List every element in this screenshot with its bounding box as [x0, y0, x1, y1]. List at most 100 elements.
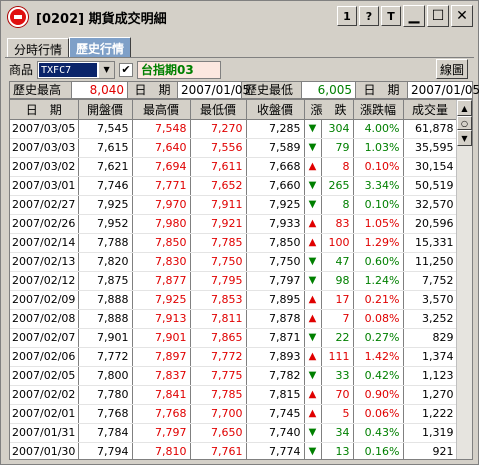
table-row[interactable]: 2007/02/13 7,820 7,830 7,750 7,750 ▼ 47 0.60% 11… — [10, 252, 458, 272]
table-row[interactable]: 2007/02/27 7,925 7,970 7,911 7,925 ▼ 8 0.10% 32,… — [10, 195, 458, 215]
row-low: 7,761 — [190, 442, 247, 459]
table-row[interactable]: 2007/02/12 7,875 7,877 7,795 7,797 ▼ 98 1.24% 7,… — [10, 271, 458, 291]
row-change: 8 — [321, 157, 354, 177]
table-row[interactable]: 2007/02/05 7,800 7,837 7,775 7,782 ▼ 33 0.42% 1,… — [10, 366, 458, 386]
row-change: 265 — [321, 176, 354, 196]
row-date: 2007/02/27 — [10, 195, 79, 215]
col-low[interactable]: 最低價 — [190, 100, 247, 120]
history-high-value: 8,040 — [72, 82, 128, 98]
row-change: 8 — [321, 195, 354, 215]
triangle-down-icon: ▼ — [304, 252, 322, 272]
row-change: 22 — [321, 328, 354, 348]
table-row[interactable]: 2007/02/02 7,780 7,841 7,785 7,815 ▲ 70 0.90% 1,… — [10, 385, 458, 405]
row-change: 5 — [321, 404, 354, 424]
triangle-up-icon: ▲ — [304, 214, 322, 234]
table-row[interactable]: 2007/02/14 7,788 7,850 7,785 7,850 ▲ 100 1.29% 1… — [10, 233, 458, 253]
row-high: 7,640 — [132, 138, 191, 158]
tab-bar: 分時行情 歷史行情 — [7, 37, 132, 57]
scroll-up-button[interactable]: ▲ — [457, 100, 472, 116]
table-row[interactable]: 2007/03/02 7,621 7,694 7,611 7,668 ▲ 8 0.10% 30,… — [10, 157, 458, 177]
row-high: 7,877 — [132, 271, 191, 291]
row-volume: 50,519 — [403, 176, 458, 196]
row-volume: 1,270 — [403, 385, 458, 405]
row-volume: 7,752 — [403, 271, 458, 291]
table-row[interactable]: 2007/03/01 7,746 7,771 7,652 7,660 ▼ 265 3.34% 5… — [10, 176, 458, 196]
row-change-pct: 0.16% — [353, 442, 404, 459]
col-high[interactable]: 最高價 — [132, 100, 191, 120]
row-date: 2007/02/14 — [10, 233, 79, 253]
product-code[interactable]: TXFC7 — [39, 62, 98, 77]
maximize-button[interactable]: ☐ — [427, 5, 449, 27]
col-volume[interactable]: 成交量 — [403, 100, 458, 120]
table-body: 2007/03/05 7,545 7,548 7,270 7,285 ▼ 304 4.00% 6… — [10, 119, 458, 459]
table-row[interactable]: 2007/02/01 7,768 7,768 7,700 7,745 ▲ 5 0.06% 1,2… — [10, 404, 458, 424]
row-high: 7,694 — [132, 157, 191, 177]
row-low: 7,865 — [190, 328, 247, 348]
table-row[interactable]: 2007/02/08 7,888 7,913 7,811 7,878 ▲ 7 0.08% 3,2… — [10, 309, 458, 329]
row-volume: 20,596 — [403, 214, 458, 234]
table-row[interactable]: 2007/02/06 7,772 7,897 7,772 7,893 ▲ 111 1.42% 1… — [10, 347, 458, 367]
row-low: 7,611 — [190, 157, 247, 177]
col-change[interactable]: 漲 跌 — [304, 100, 354, 120]
table-row[interactable]: 2007/01/30 7,794 7,810 7,761 7,774 ▼ 13 0.16% 92… — [10, 442, 458, 459]
row-volume: 1,222 — [403, 404, 458, 424]
close-button[interactable]: ✕ — [451, 5, 473, 27]
row-low: 7,853 — [190, 290, 247, 310]
row-date: 2007/02/13 — [10, 252, 79, 272]
triangle-down-icon: ▼ — [304, 119, 322, 139]
table-row[interactable]: 2007/03/03 7,615 7,640 7,556 7,589 ▼ 79 1.03% 35… — [10, 138, 458, 158]
row-open: 7,888 — [78, 290, 133, 310]
table-row[interactable]: 2007/02/09 7,888 7,925 7,853 7,895 ▲ 17 0.21% 3,… — [10, 290, 458, 310]
chart-button[interactable]: 線圖 — [436, 59, 468, 79]
history-low-label: 歷史最低 — [242, 82, 302, 98]
row-volume: 11,250 — [403, 252, 458, 272]
row-close: 7,925 — [246, 195, 305, 215]
scroll-thumb[interactable]: ○ — [457, 116, 472, 130]
row-open: 7,800 — [78, 366, 133, 386]
table-row[interactable]: 2007/01/31 7,784 7,797 7,650 7,740 ▼ 34 0.43% 1,… — [10, 423, 458, 443]
row-change: 111 — [321, 347, 354, 367]
row-change-pct: 1.42% — [353, 347, 404, 367]
table-row[interactable]: 2007/03/05 7,545 7,548 7,270 7,285 ▼ 304 4.00% 6… — [10, 119, 458, 139]
row-date: 2007/03/02 — [10, 157, 79, 177]
scroll-down-button[interactable]: ▼ — [457, 130, 472, 146]
row-high: 7,841 — [132, 385, 191, 405]
row-change-pct: 0.42% — [353, 366, 404, 386]
table-row[interactable]: 2007/02/26 7,952 7,980 7,921 7,933 ▲ 83 1.05% 20… — [10, 214, 458, 234]
row-change: 7 — [321, 309, 354, 329]
row-low: 7,700 — [190, 404, 247, 424]
col-open[interactable]: 開盤價 — [78, 100, 133, 120]
row-close: 7,871 — [246, 328, 305, 348]
table-row[interactable]: 2007/02/07 7,901 7,901 7,865 7,871 ▼ 22 0.27% 82… — [10, 328, 458, 348]
row-volume: 3,570 — [403, 290, 458, 310]
row-high: 7,768 — [132, 404, 191, 424]
minimize-icon: ▁ — [408, 8, 420, 24]
col-date[interactable]: 日 期 — [10, 100, 79, 120]
row-change: 83 — [321, 214, 354, 234]
product-label: 商品 — [9, 63, 34, 77]
col-close[interactable]: 收盤價 — [246, 100, 305, 120]
topmost-button[interactable]: T — [381, 6, 401, 26]
chevron-down-icon[interactable]: ▼ — [98, 61, 115, 78]
history-low-value: 6,005 — [302, 82, 356, 98]
row-open: 7,794 — [78, 442, 133, 459]
row-high: 7,980 — [132, 214, 191, 234]
product-combobox[interactable]: TXFC7 ▼ — [37, 60, 116, 79]
minimize-button[interactable]: ▁ — [403, 5, 425, 27]
col-change-pct[interactable]: 漲跌幅 — [353, 100, 404, 120]
row-date: 2007/02/06 — [10, 347, 79, 367]
row-change-pct: 0.21% — [353, 290, 404, 310]
row-date: 2007/03/05 — [10, 119, 79, 139]
row-change: 100 — [321, 233, 354, 253]
title-bar[interactable]: [0202] 期貨成交明細 1 ? T ▁ ☐ ✕ — [2, 2, 477, 32]
tab-intraday[interactable]: 分時行情 — [7, 38, 70, 57]
row-volume: 1,319 — [403, 423, 458, 443]
maximize-icon: ☐ — [431, 8, 445, 24]
help-button[interactable]: ? — [359, 6, 379, 26]
vertical-scrollbar[interactable]: ▲ ○ ▼ — [456, 100, 472, 459]
product-checkbox[interactable]: ✔ — [119, 62, 134, 77]
row-change-pct: 0.08% — [353, 309, 404, 329]
tab-history[interactable]: 歷史行情 — [69, 37, 132, 57]
triangle-down-icon: ▼ — [304, 138, 322, 158]
link-button[interactable]: 1 — [337, 6, 357, 26]
